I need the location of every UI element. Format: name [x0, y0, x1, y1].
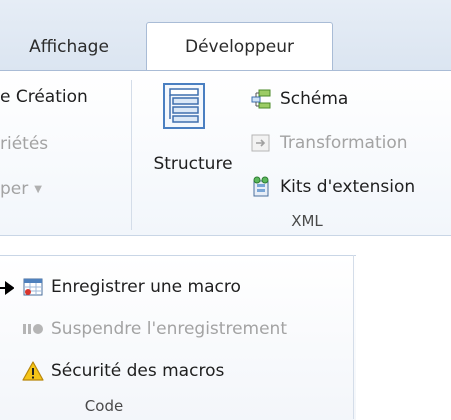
- mode-creation-button[interactable]: e Création: [0, 84, 88, 110]
- transformation-icon: [250, 132, 272, 154]
- proprietes-label: riétés: [0, 134, 49, 154]
- arrow-pointer-icon: [0, 280, 15, 298]
- structure-label: Structure: [153, 154, 233, 174]
- xml-group-label: XML: [291, 212, 323, 230]
- record-macro-button[interactable]: Enregistrer une macro: [22, 274, 241, 300]
- tab-developpeur-label: Développeur: [185, 37, 294, 57]
- warning-icon: [22, 360, 44, 382]
- record-macro-icon: [22, 276, 44, 298]
- group-separator: [131, 80, 132, 230]
- tab-affichage[interactable]: Affichage: [0, 24, 138, 70]
- tab-developpeur[interactable]: Développeur: [146, 22, 333, 71]
- macro-security-button[interactable]: Sécurité des macros: [22, 358, 224, 384]
- schema-button[interactable]: Schéma: [250, 86, 348, 112]
- xml-structure-icon: [162, 82, 206, 130]
- schema-icon: [250, 88, 272, 110]
- schema-label: Schéma: [280, 89, 349, 109]
- chevron-down-icon: ▼: [34, 183, 42, 195]
- pause-recording-icon: [22, 318, 44, 340]
- proprietes-button[interactable]: riétés: [0, 131, 48, 157]
- pause-recording-label: Suspendre l'enregistrement: [51, 319, 287, 339]
- expansion-packs-icon: [250, 176, 272, 198]
- record-macro-label: Enregistrer une macro: [51, 277, 241, 297]
- transformation-label: Transformation: [280, 133, 408, 153]
- macro-security-label: Sécurité des macros: [51, 361, 225, 381]
- grouper-button[interactable]: per ▼: [0, 176, 42, 202]
- code-group-label: Code: [84, 397, 124, 415]
- transformation-button[interactable]: Transformation: [250, 130, 408, 156]
- kits-extension-label: Kits d'extension: [280, 177, 416, 197]
- mode-creation-label: e Création: [0, 87, 88, 107]
- kits-extension-button[interactable]: Kits d'extension: [250, 174, 415, 200]
- tab-affichage-label: Affichage: [29, 37, 109, 57]
- code-group-separator: [353, 255, 354, 419]
- grouper-label: per: [0, 179, 29, 199]
- pause-recording-button[interactable]: Suspendre l'enregistrement: [22, 316, 287, 342]
